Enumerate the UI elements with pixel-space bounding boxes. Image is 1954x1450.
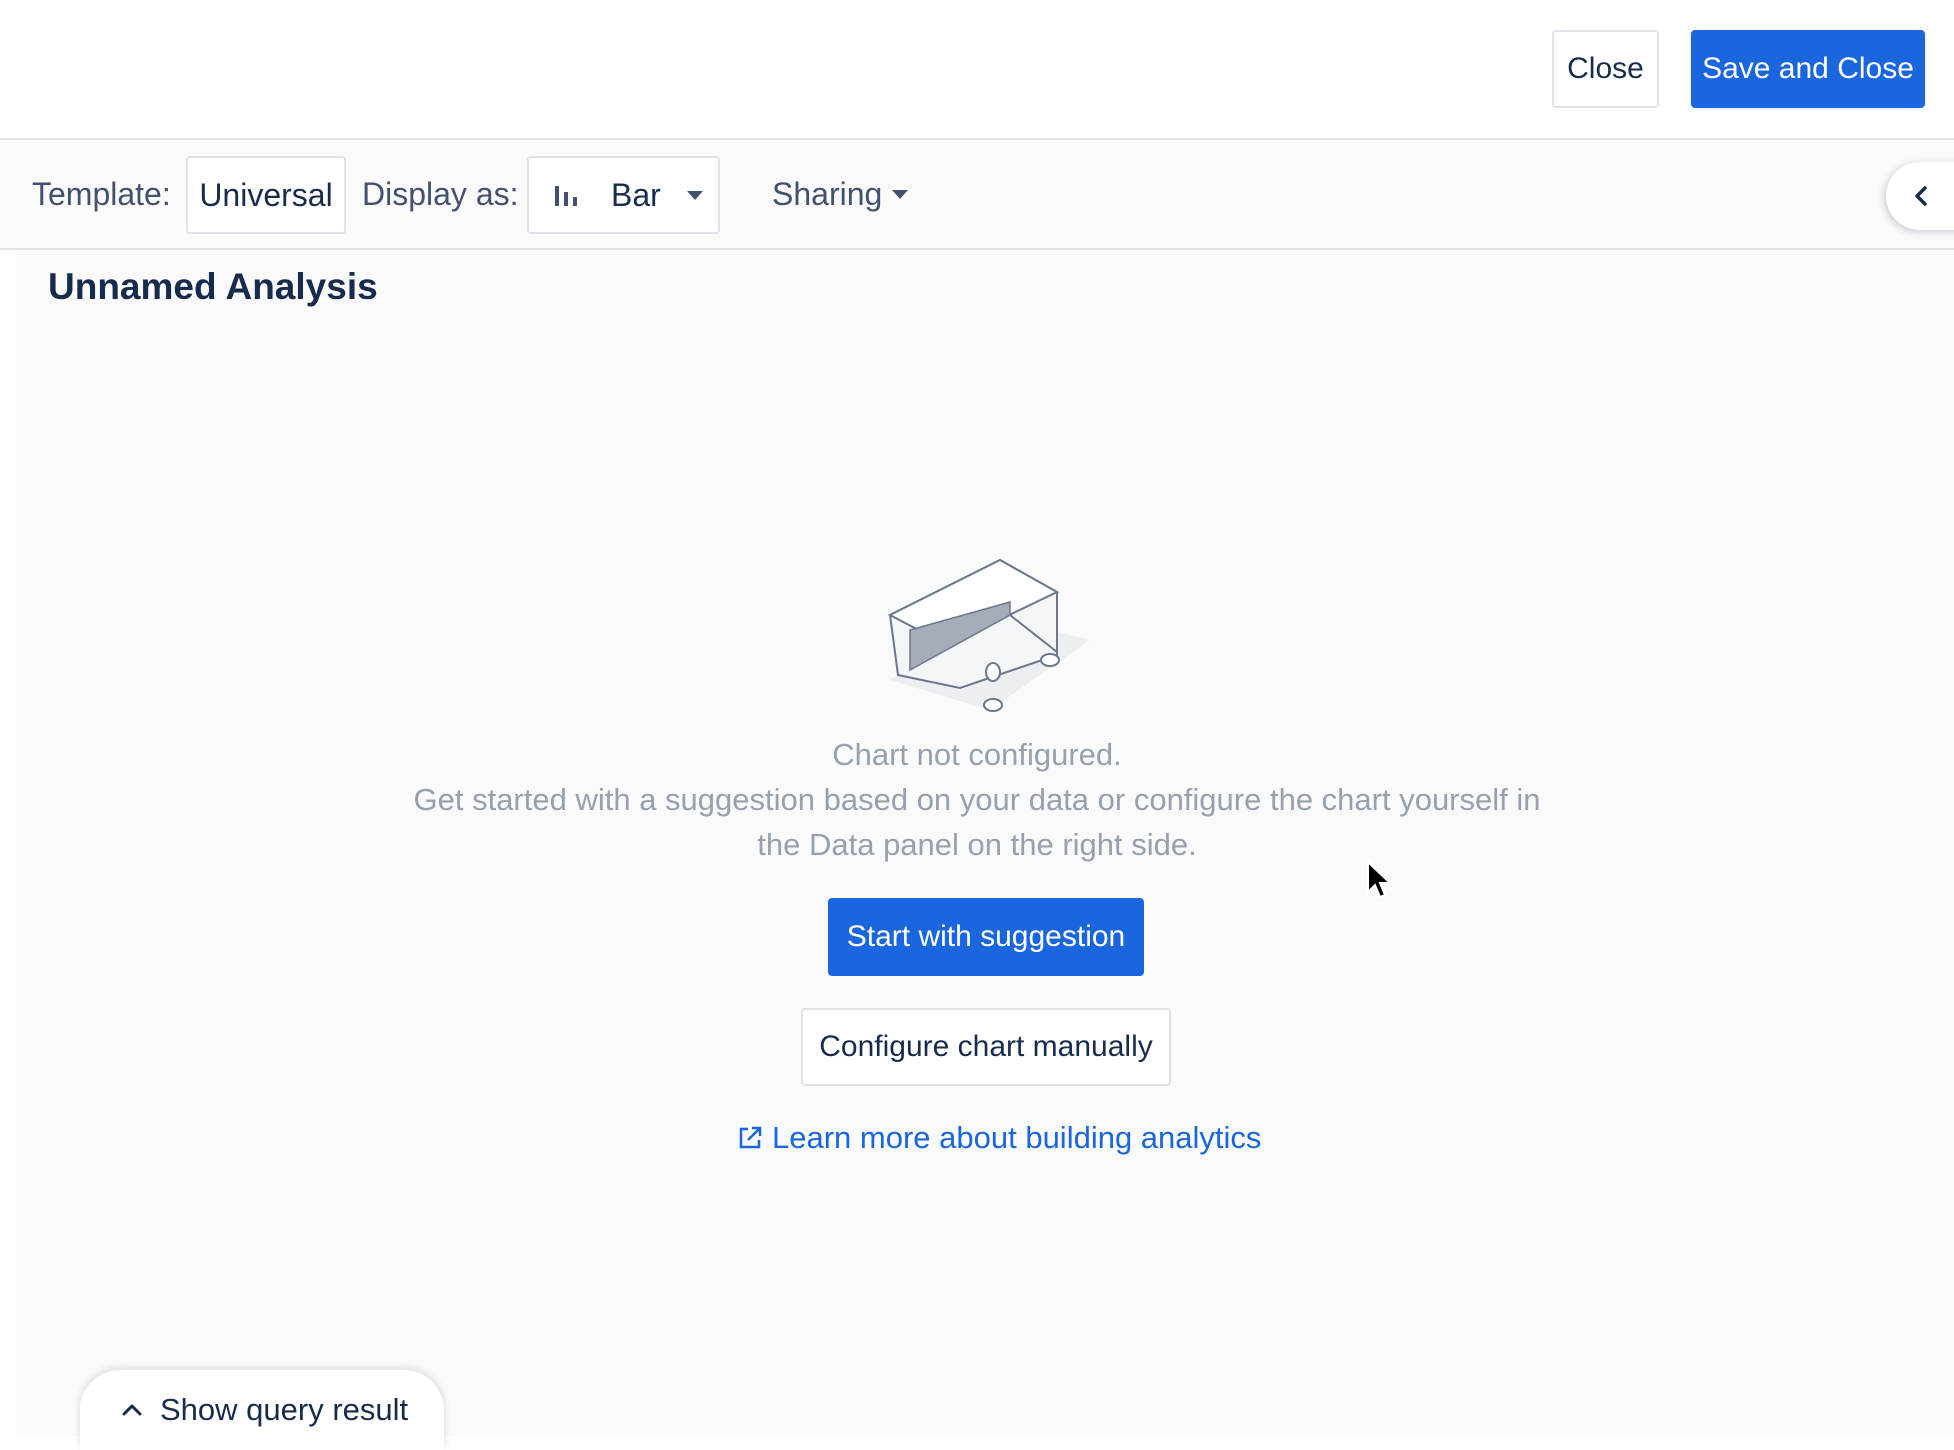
chevron-down-icon xyxy=(892,190,909,199)
empty-state-title: Chart not configured. xyxy=(832,737,1122,772)
page-title: Unnamed Analysis xyxy=(48,266,378,307)
start-with-suggestion-button[interactable]: Start with suggestion xyxy=(828,898,1144,976)
sharing-dropdown[interactable]: Sharing xyxy=(772,176,909,213)
empty-state-description: Get started with a suggestion based on y… xyxy=(413,782,1541,817)
learn-more-link[interactable]: Learn more about building analytics xyxy=(736,1120,1261,1156)
learn-more-label: Learn more about building analytics xyxy=(772,1120,1262,1155)
template-label: Template: xyxy=(32,176,171,212)
chevron-up-icon xyxy=(122,1404,142,1416)
chevron-left-icon xyxy=(1915,186,1927,206)
external-link-icon xyxy=(739,1126,762,1149)
close-button[interactable]: Close xyxy=(1552,30,1659,108)
save-and-close-button[interactable]: Save and Close xyxy=(1691,30,1925,108)
empty-state-description-cont: the Data panel on the right side. xyxy=(757,827,1197,862)
empty-box-illustration xyxy=(887,558,1090,712)
top-bar: Close Save and Close xyxy=(0,0,1954,140)
query-tab-label: Show query result xyxy=(160,1392,409,1427)
show-query-result-tab[interactable]: Show query result xyxy=(80,1370,444,1450)
configure-manually-button[interactable]: Configure chart manually xyxy=(801,1008,1171,1086)
analysis-toolbar: Template: Universal Display as: Bar Shar… xyxy=(0,142,1954,250)
display-as-value: Bar xyxy=(611,176,661,213)
chevron-down-icon xyxy=(686,190,703,200)
template-value: Universal xyxy=(199,176,333,213)
data-panel-toggle[interactable] xyxy=(1886,162,1954,230)
sharing-label: Sharing xyxy=(772,176,883,212)
template-select[interactable]: Universal xyxy=(186,156,346,234)
mouse-cursor-icon xyxy=(1367,860,1392,899)
bar-chart-icon xyxy=(555,186,577,206)
display-as-label: Display as: xyxy=(362,176,519,212)
display-as-select[interactable]: Bar xyxy=(527,156,720,234)
